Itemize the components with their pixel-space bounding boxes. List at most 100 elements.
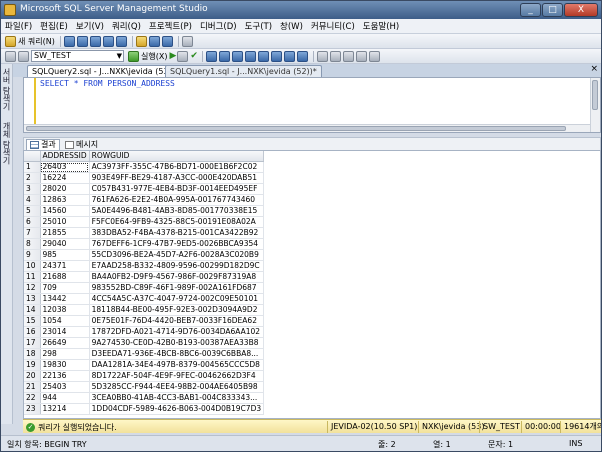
table-row[interactable]: 13 13442 4CC54A5C-A37C-4047-9724-002C09E50… <box>24 293 265 306</box>
table-row[interactable]: 16 23014 17872DFD-A021-4714-9D76-0034DA6AA… <box>24 326 265 339</box>
row-number-cell[interactable]: 23 <box>24 403 41 416</box>
rowguid-cell[interactable]: 903E49FF-BE29-4187-A3CC-000E420DAB51 <box>89 172 265 185</box>
increase-indent-icon[interactable] <box>355 50 367 62</box>
scrollbar-thumb[interactable] <box>592 80 598 110</box>
table-row[interactable]: 1 26403 AC3973FF-355C-47B6-BD71-000E1B6F2C… <box>24 161 265 174</box>
table-row[interactable]: 10 24371 E7AAD258-B332-4809-9596-00299D182… <box>24 260 265 273</box>
intellisense-icon[interactable] <box>231 50 243 62</box>
addressid-cell[interactable]: 16224 <box>40 172 90 185</box>
column-header-rowguid[interactable]: ROWGUID <box>89 151 265 163</box>
change-connection-icon[interactable] <box>18 50 29 62</box>
rowguid-cell[interactable]: F5FC0E64-9FB9-4325-88C5-00191E08A02A <box>89 216 265 229</box>
rowguid-cell[interactable]: 3CEA0BB0-41AB-4CC3-BAB1-004C833343... <box>89 392 265 405</box>
mdx-query-icon[interactable] <box>89 35 101 47</box>
menu-query[interactable]: 쿼리(Q) <box>112 20 141 32</box>
maximize-button[interactable]: □ <box>542 3 563 17</box>
table-row[interactable]: 3 28020 C057B431-977E-4EB4-BD3F-0014EED495… <box>24 183 265 196</box>
results-grid[interactable]: ADDRESSID ROWGUID 1 26403 AC3973FF-355C-47… <box>23 150 601 419</box>
row-number-cell[interactable]: 8 <box>24 238 41 251</box>
row-number-cell[interactable]: 9 <box>24 249 41 262</box>
rowguid-cell[interactable]: 0E75E01F-76D4-4420-BEB7-0033F16DEA62 <box>89 315 265 328</box>
query-designer-icon[interactable] <box>218 50 230 62</box>
rowguid-cell[interactable]: 8D1722AF-504F-4E9F-9FEC-00462662D3F4 <box>89 370 265 383</box>
editor-horizontal-scrollbar[interactable] <box>24 124 590 132</box>
addressid-cell[interactable]: 13442 <box>40 293 90 306</box>
row-number-cell[interactable]: 14 <box>24 304 41 317</box>
editor-vertical-scrollbar[interactable] <box>590 78 600 132</box>
open-file-icon[interactable] <box>135 35 147 47</box>
debug-play-icon[interactable]: ▶ <box>169 51 176 61</box>
table-row[interactable]: 18 298 D3EEDA71-936E-4BCB-8BC6-0039C6BBA8.… <box>24 348 265 361</box>
table-row[interactable]: 23 13214 1DD04CDF-5989-4626-B063-004D0B19C… <box>24 403 265 416</box>
rowguid-cell[interactable]: 1DD04CDF-5989-4626-B063-004D0B19C7D3 <box>89 403 265 416</box>
addressid-cell[interactable]: 25010 <box>40 216 90 229</box>
table-row[interactable]: 11 21688 BA4A0FB2-D9F9-4567-986F-0029F8731… <box>24 271 265 284</box>
database-engine-query-icon[interactable] <box>63 35 75 47</box>
menu-project[interactable]: 프로젝트(P) <box>149 20 192 32</box>
save-icon[interactable] <box>148 35 160 47</box>
rowguid-cell[interactable]: 767DEFF6-1CF9-47B7-9ED5-0026BBCA9354 <box>89 238 265 251</box>
row-number-cell[interactable]: 22 <box>24 392 41 405</box>
specify-values-icon[interactable] <box>368 50 380 62</box>
comment-icon[interactable] <box>316 50 328 62</box>
close-icon[interactable]: × <box>590 64 598 74</box>
rowguid-cell[interactable]: 55CD3096-BE2A-45D7-A2F6-0028A3C020B9 <box>89 249 265 262</box>
dmx-query-icon[interactable] <box>102 35 114 47</box>
table-row[interactable]: 12 709 983552BD-C89F-46F1-989F-002A161FD68… <box>24 282 265 295</box>
available-databases-select[interactable]: SW_TEST ▼ <box>31 50 124 62</box>
rowguid-cell[interactable]: 17872DFD-A021-4714-9D76-0034DA6AA102 <box>89 326 265 339</box>
rowguid-cell[interactable]: AC3973FF-355C-47B6-BD71-000E1B6F2C02 <box>89 161 265 174</box>
menu-tools[interactable]: 도구(T) <box>245 20 272 32</box>
table-row[interactable]: 9 985 55CD3096-BE2A-45D7-A2F6-0028A3C020B9 <box>24 249 265 262</box>
row-number-cell[interactable]: 10 <box>24 260 41 273</box>
row-number-cell[interactable]: 15 <box>24 315 41 328</box>
table-row[interactable]: 4 12863 761FA626-E2E2-4B0A-995A-0017677434… <box>24 194 265 207</box>
table-row[interactable]: 5 14560 5A0E4496-B481-4AB3-8D85-001770338E… <box>24 205 265 218</box>
new-query-button[interactable]: 새 쿼리(N) <box>5 35 55 47</box>
results-to-file-icon[interactable] <box>296 50 308 62</box>
addressid-cell[interactable]: 944 <box>40 392 90 405</box>
rowguid-cell[interactable]: 9A274530-CE0D-42B0-B193-00387AEA33B8 <box>89 337 265 350</box>
table-row[interactable]: 17 26649 9A274530-CE0D-42B0-B193-00387AEA3… <box>24 337 265 350</box>
rowguid-cell[interactable]: 761FA626-E2E2-4B0A-995A-001767743460 <box>89 194 265 207</box>
query-text[interactable]: SELECT * FROM PERSON_ADDRESS <box>40 79 175 88</box>
close-button[interactable]: X <box>564 3 598 17</box>
rowguid-cell[interactable]: 4CC54A5C-A37C-4047-9724-002C09E50101 <box>89 293 265 306</box>
uncomment-icon[interactable] <box>329 50 341 62</box>
row-number-cell[interactable]: 19 <box>24 359 41 372</box>
addressid-cell[interactable]: 23014 <box>40 326 90 339</box>
row-number-cell[interactable]: 21 <box>24 381 41 394</box>
cancel-query-icon[interactable] <box>177 50 189 62</box>
row-number-cell[interactable]: 7 <box>24 227 41 240</box>
row-number-cell[interactable]: 11 <box>24 271 41 284</box>
table-row[interactable]: 6 25010 F5FC0E64-9FB9-4325-88C5-00191E08A0… <box>24 216 265 229</box>
rowguid-cell[interactable]: E7AAD258-B332-4809-9596-00299D182D9C <box>89 260 265 273</box>
table-row[interactable]: 14 12038 18118B44-BE00-495F-92E3-002D3094A… <box>24 304 265 317</box>
activity-monitor-icon[interactable] <box>181 35 193 47</box>
menu-view[interactable]: 보기(V) <box>76 20 104 32</box>
row-number-cell[interactable]: 13 <box>24 293 41 306</box>
addressid-cell[interactable]: 709 <box>40 282 90 295</box>
row-number-cell[interactable]: 4 <box>24 194 41 207</box>
row-number-cell[interactable]: 2 <box>24 172 41 185</box>
addressid-cell[interactable]: 26649 <box>40 337 90 350</box>
rowguid-cell[interactable]: 18118B44-BE00-495F-92E3-002D3094A9D2 <box>89 304 265 317</box>
table-row[interactable]: 8 29040 767DEFF6-1CF9-47B7-9ED5-0026BBCA93… <box>24 238 265 251</box>
xmla-query-icon[interactable] <box>115 35 127 47</box>
parse-check-icon[interactable]: ✔ <box>190 51 198 61</box>
actual-plan-icon[interactable] <box>244 50 256 62</box>
row-number-cell[interactable]: 1 <box>24 161 41 174</box>
table-row[interactable]: 15 1054 0E75E01F-76D4-4420-BEB7-0033F16DEA… <box>24 315 265 328</box>
row-number-cell[interactable]: 12 <box>24 282 41 295</box>
estimated-plan-icon[interactable] <box>205 50 217 62</box>
table-row[interactable]: 19 19830 DAA1281A-34E4-497B-8379-004565CCC… <box>24 359 265 372</box>
analysis-query-icon[interactable] <box>76 35 88 47</box>
rowguid-cell[interactable]: DAA1281A-34E4-497B-8379-004565CCC5D8 <box>89 359 265 372</box>
addressid-cell[interactable]: 19830 <box>40 359 90 372</box>
row-number-cell[interactable]: 3 <box>24 183 41 196</box>
row-number-cell[interactable]: 6 <box>24 216 41 229</box>
client-statistics-icon[interactable] <box>257 50 269 62</box>
addressid-cell[interactable]: 22136 <box>40 370 90 383</box>
addressid-cell[interactable]: 12038 <box>40 304 90 317</box>
corner-cell[interactable] <box>24 151 41 163</box>
